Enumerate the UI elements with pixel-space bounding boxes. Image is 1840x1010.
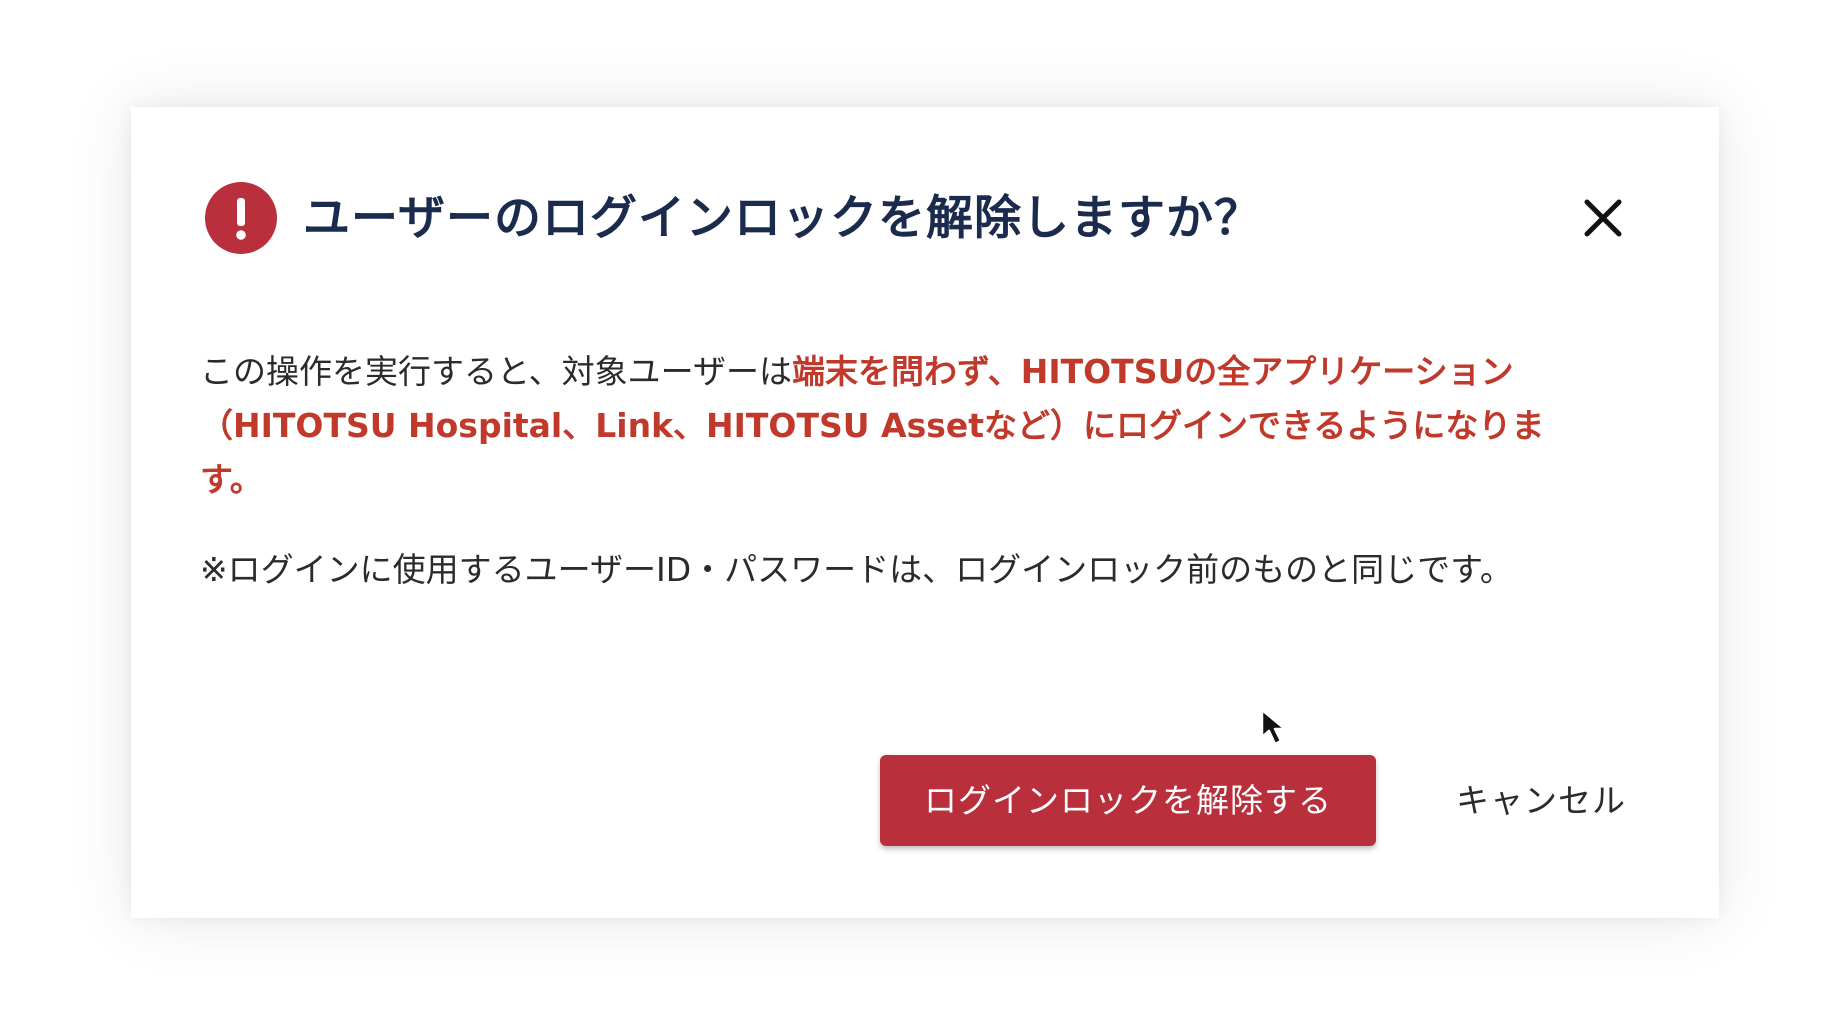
dialog-message: この操作を実行すると、対象ユーザーは端末を問わず、HITOTSUの全アプリケーシ… bbox=[200, 345, 1760, 507]
mouse-pointer-icon bbox=[1258, 707, 1302, 751]
dialog-note: ※ログインに使用するユーザーID・パスワードは、ログインロック前のものと同じです… bbox=[200, 550, 1513, 589]
message-line-3: す。 bbox=[200, 460, 263, 499]
message-warning-text: 端末を問わず、HITOTSUの全アプリケーション bbox=[792, 352, 1514, 391]
close-icon bbox=[1584, 199, 1622, 237]
message-line-2: （HITOTSU Hospital、Link、HITOTSU Assetなど）に… bbox=[200, 406, 1545, 445]
dialog-title: ユーザーのログインロックを解除しますか？ bbox=[303, 191, 1263, 246]
exclamation-circle-icon bbox=[205, 182, 277, 254]
unlock-login-button[interactable]: ログインロックを解除する bbox=[880, 755, 1376, 846]
close-button[interactable] bbox=[1575, 190, 1631, 246]
cancel-button[interactable]: キャンセル bbox=[1456, 755, 1626, 846]
message-line-1: この操作を実行すると、対象ユーザーは端末を問わず、HITOTSUの全アプリケーシ… bbox=[200, 345, 1760, 399]
screen: ユーザーのログインロックを解除しますか？ この操作を実行すると、対象ユーザーは端… bbox=[0, 0, 1840, 1010]
message-plain-text: この操作を実行すると、対象ユーザーは bbox=[200, 352, 793, 391]
unlock-confirm-dialog: ユーザーのログインロックを解除しますか？ この操作を実行すると、対象ユーザーは端… bbox=[131, 107, 1719, 918]
